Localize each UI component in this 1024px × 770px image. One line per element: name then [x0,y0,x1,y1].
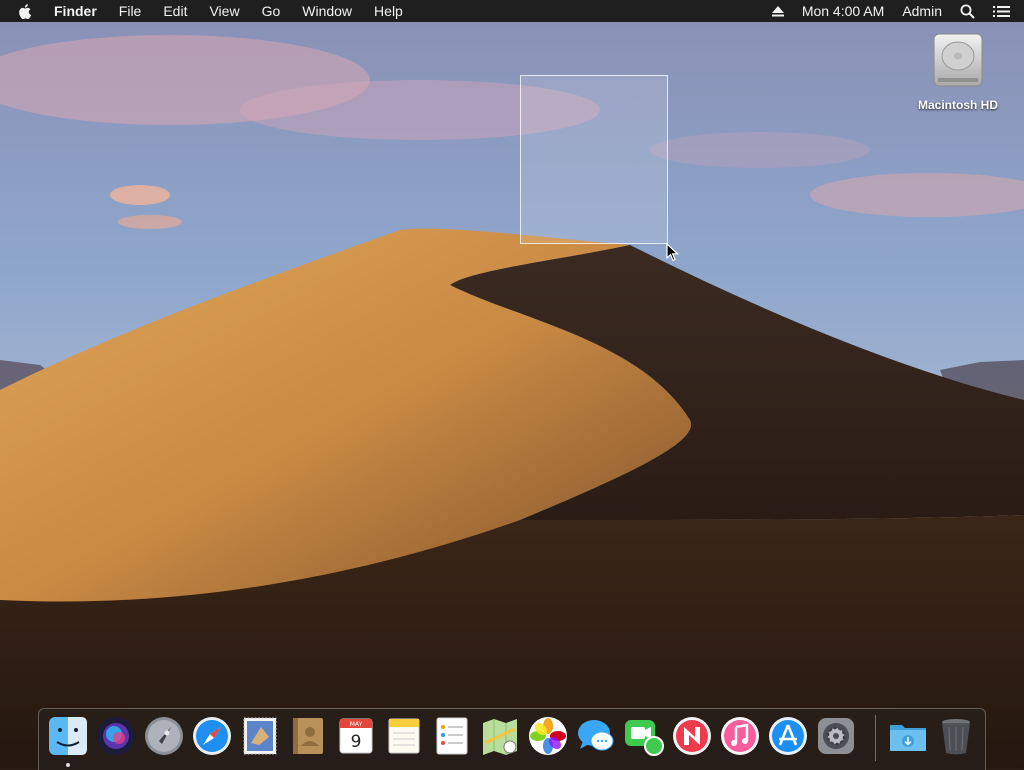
dock-messages[interactable] [575,715,617,757]
dock-reminders[interactable] [431,715,473,757]
stamp-icon [243,717,277,755]
menu-file[interactable]: File [119,0,142,22]
hard-drive-icon [928,28,988,92]
dock-photos[interactable] [527,715,569,757]
desktop-icon-macintosh-hd[interactable]: Macintosh HD [906,28,1010,112]
running-indicator [66,763,70,767]
menu-window[interactable]: Window [302,0,352,22]
dock-downloads[interactable] [887,715,929,757]
compass-icon [193,717,231,755]
dock-mail[interactable] [239,715,281,757]
desktop-icon-label: Macintosh HD [917,98,998,112]
menu-go[interactable]: Go [262,0,281,22]
trash-icon [942,719,970,755]
dock-system-preferences[interactable] [815,715,857,757]
list-icon[interactable] [993,5,1010,18]
dock-calendar[interactable]: MAY 9 [335,715,377,757]
selection-rectangle [520,75,668,244]
apple-icon[interactable] [18,2,34,20]
news-icon [673,717,711,755]
dock-safari[interactable] [191,715,233,757]
notes-icon [388,718,420,754]
downloads-folder-icon [890,725,926,751]
menu-clock[interactable]: Mon 4:00 AM [802,0,885,22]
address-book-icon [293,718,323,754]
calendar-icon: MAY 9 [339,718,373,754]
desktop-wallpaper [0,0,1024,768]
gear-icon [818,718,854,754]
map-icon [483,719,517,755]
menu-user[interactable]: Admin [902,0,942,22]
menu-bar: Finder File Edit View Go Window Help Mon… [0,0,1024,22]
video-camera-icon [625,720,664,756]
finder-icon [49,717,87,755]
menu-help[interactable]: Help [374,0,403,22]
search-icon[interactable] [960,4,975,19]
dock-app-store[interactable] [767,715,809,757]
eject-icon[interactable] [771,5,784,17]
mouse-pointer-icon [666,243,680,262]
checklist-icon [436,717,468,755]
chat-bubble-icon [578,720,614,751]
calendar-month: MAY [350,721,363,728]
photos-icon [529,717,567,755]
dock-facetime[interactable] [623,715,665,757]
dock-news[interactable] [671,715,713,757]
dock: MAY 9 [38,708,986,770]
dock-maps[interactable] [479,715,521,757]
siri-icon [97,717,135,755]
rocket-icon [145,717,183,755]
dock-separator [875,715,876,761]
menu-finder[interactable]: Finder [54,0,97,22]
dock-contacts[interactable] [287,715,329,757]
dock-launchpad[interactable] [143,715,185,757]
music-note-icon [721,717,759,755]
menu-view[interactable]: View [209,0,239,22]
dock-finder[interactable] [47,715,89,757]
dock-trash[interactable] [935,715,977,757]
menu-edit[interactable]: Edit [163,0,187,22]
dock-notes[interactable] [383,715,425,757]
dock-siri[interactable] [95,715,137,757]
dock-itunes[interactable] [719,715,761,757]
app-store-icon [769,717,807,755]
calendar-day: 9 [351,732,362,752]
